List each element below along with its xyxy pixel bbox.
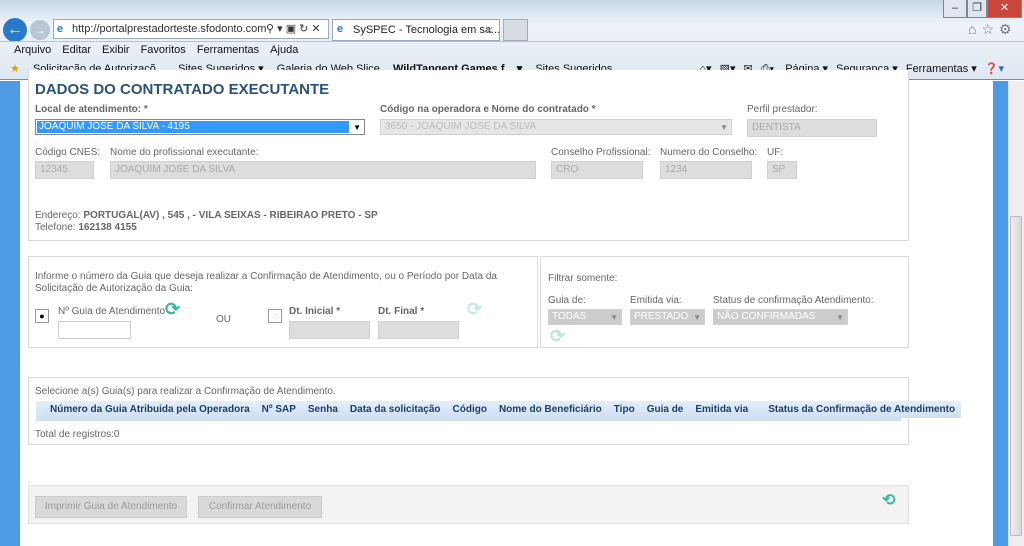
telefone-value: 162138 4155 <box>78 222 137 233</box>
busca-instrucao: Informe o número da Guia que deseja real… <box>35 271 497 294</box>
back-button[interactable]: ← <box>3 18 27 42</box>
chevron-down-icon: ▼ <box>610 313 618 322</box>
codigo-value: 3650 - JOAQUIM JOSE DA SILVA <box>385 121 537 132</box>
conselho-field: CRO <box>551 161 643 179</box>
nome-field: JOAQUIM JOSE DA SILVA <box>110 161 536 179</box>
close-tab-icon[interactable]: ✕ <box>485 24 494 37</box>
dt-inicial-label: Dt. Inicial * <box>289 306 341 317</box>
col-status[interactable]: Status da Confirmação de Atendimento <box>754 401 962 418</box>
ie-icon: e <box>337 23 344 35</box>
col-tipo[interactable]: Tipo <box>607 401 641 418</box>
cnes-field: 12345 <box>35 161 94 179</box>
cmd-ferramentas[interactable]: Ferramentas ▾ <box>906 63 977 75</box>
endereco-label: Endereço: <box>35 210 81 221</box>
home-star-gear-icons[interactable]: ⌂☆⚙ <box>968 21 1017 38</box>
ou-label: OU <box>216 314 231 325</box>
endereco-value: PORTUGAL(AV) , 545 , - VILA SEIXAS - RIB… <box>83 210 378 221</box>
col-senha[interactable]: Senha <box>301 401 344 418</box>
total-registros: Total de registros:0 <box>35 429 120 440</box>
emitida-label: Emitida via: <box>630 295 682 306</box>
dt-inicial-input[interactable] <box>289 321 370 339</box>
menu-exibir[interactable]: Exibir <box>102 44 130 56</box>
periodo-radio[interactable]: ◌ <box>268 309 282 323</box>
page-side-left <box>0 81 20 546</box>
refresh-icon-disabled[interactable]: ⟳ <box>467 299 482 320</box>
numero-label: Numero do Conselho: <box>660 147 758 158</box>
address-controls[interactable]: ⚲ ▾ ▣ ↻ ✕ <box>266 22 328 35</box>
numero-field: 1234 <box>660 161 752 179</box>
chevron-down-icon: ▼ <box>720 123 728 132</box>
menu-ferramentas[interactable]: Ferramentas <box>197 44 259 56</box>
chevron-down-icon: ▼ <box>693 313 701 322</box>
resultado-table: Número da Guia Atribuida pela Operadora … <box>36 401 962 421</box>
col-guia-de[interactable]: Guia de <box>640 401 690 418</box>
local-select[interactable]: JOAQUIM JOSE DA SILVA - 4195 ▼ <box>35 119 365 135</box>
imprimir-button[interactable]: Imprimir Guia de Atendimento <box>35 496 187 518</box>
new-tab-button[interactable] <box>503 19 528 41</box>
col-sap[interactable]: Nº SAP <box>255 401 302 418</box>
page-side-right <box>993 81 1008 546</box>
perfil-field: DENTISTA <box>747 119 877 137</box>
menu-bar: Arquivo Editar Exibir Favoritos Ferramentas A… <box>0 41 1024 59</box>
url-text: http://portalprestadorteste.sfodonto.com… <box>72 23 296 35</box>
close-window-button[interactable]: ✕ <box>987 0 1022 18</box>
menu-arquivo[interactable]: Arquivo <box>14 44 51 56</box>
refresh-icon[interactable]: ⟳ <box>165 299 180 320</box>
status-value: NÃO CONFIRMADAS <box>717 311 816 322</box>
favorites-star-icon[interactable]: ★ <box>10 63 20 75</box>
guia-radio[interactable]: ● <box>35 309 49 323</box>
local-selected-value: JOAQUIM JOSE DA SILVA - 4195 <box>37 121 349 133</box>
scrollbar-thumb[interactable] <box>1010 216 1022 536</box>
resultado-instrucao: Selecione a(s) Guia(s) para realizar a C… <box>35 386 336 397</box>
ie-icon: e <box>57 23 64 35</box>
section-title: DADOS DO CONTRATADO EXECUTANTE <box>35 81 330 98</box>
codigo-label: Código na operadora e Nome do contratado… <box>380 104 596 115</box>
uf-field: SP <box>767 161 797 179</box>
local-label: Local de atendimento: * <box>35 104 148 115</box>
nome-label: Nome do profissional executante: <box>110 147 259 158</box>
guia-input[interactable] <box>58 321 131 339</box>
menu-editar[interactable]: Editar <box>62 44 91 56</box>
col-numero-guia[interactable]: Número da Guia Atribuida pela Operadora <box>44 401 256 418</box>
chevron-down-icon: ▼ <box>353 123 361 132</box>
endereco: Endereço: PORTUGAL(AV) , 545 , - VILA SE… <box>35 210 378 221</box>
telefone-label: Telefone: <box>35 222 76 233</box>
menu-ajuda[interactable]: Ajuda <box>270 44 298 56</box>
col-codigo[interactable]: Código <box>446 401 493 418</box>
dt-final-input[interactable] <box>378 321 459 339</box>
codigo-select[interactable]: 3650 - JOAQUIM JOSE DA SILVA ▼ <box>380 119 732 135</box>
status-select[interactable]: NÃO CONFIRMADAS ▼ <box>713 309 848 325</box>
perfil-label: Perfil prestador: <box>747 104 818 115</box>
status-label: Status de confirmação Atendimento: <box>713 295 874 306</box>
guia-label: Nº Guia de Atendimento <box>58 306 166 317</box>
chevron-down-icon: ▼ <box>836 313 844 322</box>
restore-button[interactable]: ❐ <box>967 0 987 18</box>
refresh-icon-disabled[interactable]: ⟳ <box>550 326 565 347</box>
confirmar-button[interactable]: Confirmar Atendimento <box>198 496 322 518</box>
minimize-button[interactable]: ‒ <box>943 0 967 18</box>
dt-final-label: Dt. Final * <box>378 306 425 317</box>
cnes-label: Código CNES: <box>35 147 101 158</box>
browser-tab[interactable]: e SySPEC - Tecnologia em sa... ✕ <box>332 19 500 41</box>
guia-de-label: Guia de: <box>548 295 586 306</box>
emitida-select[interactable]: PRESTADO ▼ <box>630 309 705 325</box>
menu-favoritos[interactable]: Favoritos <box>141 44 186 56</box>
conselho-label: Conselho Profissional: <box>551 147 651 158</box>
telefone: Telefone: 162138 4155 <box>35 222 137 233</box>
col-emitida[interactable]: Emitida via <box>689 401 755 418</box>
forward-button[interactable]: → <box>30 20 50 40</box>
tab-title: SySPEC - Tecnologia em sa... <box>353 24 501 36</box>
filtro-title: Filtrar somente: <box>548 273 618 284</box>
uf-label: UF: <box>767 147 784 158</box>
table-header-row: Número da Guia Atribuida pela Operadora … <box>44 401 962 418</box>
col-data[interactable]: Data da solicitação <box>343 401 447 418</box>
emitida-value: PRESTADO <box>634 311 689 322</box>
col-beneficiario[interactable]: Nome do Beneficiário <box>492 401 608 418</box>
guia-de-select[interactable]: TODAS ▼ <box>548 309 622 325</box>
guia-de-value: TODAS <box>552 311 587 322</box>
refresh-icon[interactable]: ⟲ <box>882 490 895 510</box>
help-icon[interactable]: ❓▾ <box>985 63 1004 75</box>
